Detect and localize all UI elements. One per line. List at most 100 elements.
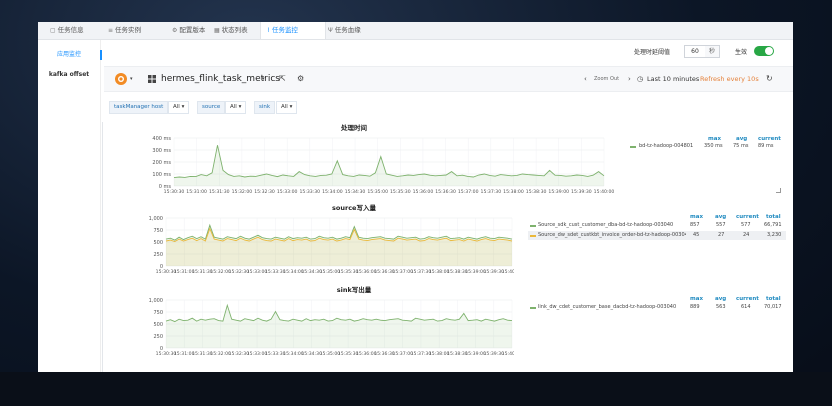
time-forward-icon[interactable]: › [628, 73, 631, 85]
y-tick-label: 500 [153, 322, 163, 328]
threshold-input[interactable]: 60 [684, 45, 706, 58]
var-select-taskmanager-host[interactable]: All ▾ [168, 101, 190, 114]
grid-icon: ▦ [214, 27, 220, 34]
panel-resize-handle[interactable] [776, 188, 781, 193]
time-back-icon[interactable]: ‹ [584, 73, 587, 85]
tab-task-monitor[interactable]: ⌇ 任务监控 [260, 22, 326, 39]
sidebar: 应用监控 kafka offset [38, 40, 102, 372]
x-tick-label: 15:33:30 [299, 189, 320, 195]
x-tick-label: 15:38:00 [503, 189, 524, 195]
zoom-out-button[interactable]: Zoom Out [594, 73, 619, 85]
x-tick-label: 15:33:00 [277, 189, 298, 195]
monitor-icon: ⌇ [267, 27, 270, 34]
legend-header-avg: avg [715, 296, 727, 302]
x-tick-label: 15:40:00 [594, 189, 615, 195]
file-icon: ▢ [50, 27, 56, 34]
var-label-sink: sink [254, 101, 276, 114]
legend-avg: 75 ms [733, 143, 749, 149]
panel-source-write: source写入量 1,000 750 500 250 0 15:30:30 15:31:0… [104, 202, 793, 282]
tab-task-info[interactable]: ▢ 任务信息 [46, 22, 100, 39]
series-area-0 [174, 145, 604, 186]
toggle-label: 生效 [735, 49, 748, 56]
y-tick-label: 750 [153, 228, 163, 234]
x-tick-label: 15:37:00 [458, 189, 479, 195]
chart-sink-write: 1,000750500250015:30:3015:31:0015:31:301… [149, 298, 514, 357]
var-label-source: source [197, 101, 226, 114]
share-icon[interactable]: ⇱ [279, 73, 286, 85]
sidebar-item-kafka-offset[interactable]: kafka offset [38, 70, 100, 80]
legend-header-current: current [736, 214, 759, 220]
toggle-knob [765, 47, 773, 55]
legend-series-name[interactable]: bd-tz-hadoop-004801 [639, 143, 693, 149]
y-tick-label: 100 ms [152, 172, 171, 178]
legend-max: 45 [693, 232, 700, 238]
chevron-down-icon[interactable]: ▾ [130, 73, 133, 85]
panel-sink-write: sink写出量 1,000 750 500 250 0 15:30:30 15:31:00 1… [104, 284, 793, 366]
legend-swatch [530, 235, 536, 237]
settings-icon: ⚙ [172, 27, 178, 34]
fork-icon: Ψ [328, 27, 333, 34]
var-select-source[interactable]: All ▾ [225, 101, 247, 114]
dashboard-icon [148, 75, 156, 83]
divider [102, 122, 103, 372]
legend-current: 577 [741, 222, 751, 228]
list-icon: ≡ [108, 27, 114, 34]
var-select-sink[interactable]: All ▾ [276, 101, 298, 114]
legend-max: 889 [690, 304, 700, 310]
legend-avg: 557 [716, 222, 726, 228]
y-tick-label: 750 [153, 310, 163, 316]
y-tick-label: 1,000 [149, 216, 163, 222]
x-tick-label: 15:34:30 [345, 189, 366, 195]
gear-icon[interactable]: ⚙ [297, 73, 304, 85]
chart-processing-time: 400 ms300 ms200 ms100 ms0 ms15:30:30 15:3… [152, 136, 615, 195]
x-tick-label: 15:34:00 [322, 189, 343, 195]
panel-processing-time: 处理时间 400 ms 300 ms 200 ms 100 ms 0 ms 15:30:3… [104, 122, 793, 200]
legend-header-current: current [736, 296, 759, 302]
legend-avg: 27 [718, 232, 725, 238]
sidebar-item-app-monitor[interactable]: 应用监控 [38, 50, 102, 60]
series-line-0 [165, 223, 513, 241]
refresh-icon[interactable]: ↻ [766, 73, 773, 85]
legend-total: 66,791 [764, 222, 782, 228]
main-content: 处理时延阈值 60 秒 生效 ▾ hermes_flink_task_metri… [104, 40, 793, 372]
y-tick-label: 200 ms [152, 160, 171, 166]
time-range-picker[interactable]: Last 10 minutes [647, 73, 699, 85]
variable-bar: taskManager host All ▾ source All ▾ sink… [104, 96, 793, 116]
y-tick-label: 1,000 [149, 298, 163, 304]
series-area-1 [166, 228, 512, 266]
dashboard-dropdown-icon[interactable]: ▾ [262, 73, 265, 85]
legend-series-name[interactable]: link_dw_cdet_customer_base_dacbd-tz-hado… [538, 304, 676, 310]
top-tab-bar: ▢ 任务信息 ≡ 任务实例 ⚙ 配置版本 ▦ 状态列表 ⌇ 任务监控 Ψ 任务血缘 [38, 22, 793, 40]
x-tick-label: 15:32:30 [254, 189, 275, 195]
legend-header-max: max [708, 136, 721, 142]
legend-total: 70,017 [764, 304, 782, 310]
grafana-logo-icon[interactable] [114, 72, 128, 86]
x-tick-label: 15:40:00 [502, 269, 514, 275]
legend-avg: 563 [716, 304, 726, 310]
x-tick-label: 15:35:30 [390, 189, 411, 195]
x-tick-label: 15:31:00 [186, 189, 207, 195]
legend-series-name[interactable]: Source_dw_sdet_custkbt_invoice_order-bd-… [538, 232, 686, 238]
x-tick-label: 15:37:30 [481, 189, 502, 195]
refresh-interval[interactable]: Refresh every 10s [700, 73, 759, 85]
y-tick-label: 250 [153, 334, 163, 340]
x-tick-label: 15:30:30 [164, 189, 185, 195]
legend-swatch [530, 225, 536, 227]
app-window: ▢ 任务信息 ≡ 任务实例 ⚙ 配置版本 ▦ 状态列表 ⌇ 任务监控 Ψ 任务血缘 应用监控… [38, 22, 793, 372]
threshold-unit: 秒 [705, 45, 720, 58]
grafana-toolbar: ▾ hermes_flink_task_metrics ▾ ⇱ ⚙ ‹ Zoom… [104, 66, 793, 92]
tab-task-lineage[interactable]: Ψ 任务血缘 [324, 22, 382, 39]
x-tick-label: 15:39:00 [548, 189, 569, 195]
legend-header-avg: avg [715, 214, 727, 220]
enable-toggle[interactable] [754, 46, 774, 56]
y-tick-label: 250 [153, 252, 163, 258]
var-label-taskmanager-host: taskManager host [109, 101, 169, 114]
legend-series-name[interactable]: Source_sdk_cust_customer_dba-bd-tz-hadoo… [538, 222, 673, 228]
x-tick-label: 15:38:30 [526, 189, 547, 195]
tab-task-instance[interactable]: ≡ 任务实例 [104, 22, 162, 39]
x-tick-label: 15:39:30 [571, 189, 592, 195]
legend-header-max: max [690, 296, 703, 302]
legend-header-avg: avg [736, 136, 748, 142]
legend-header-total: total [766, 296, 781, 302]
legend-header-current: current [758, 136, 781, 142]
